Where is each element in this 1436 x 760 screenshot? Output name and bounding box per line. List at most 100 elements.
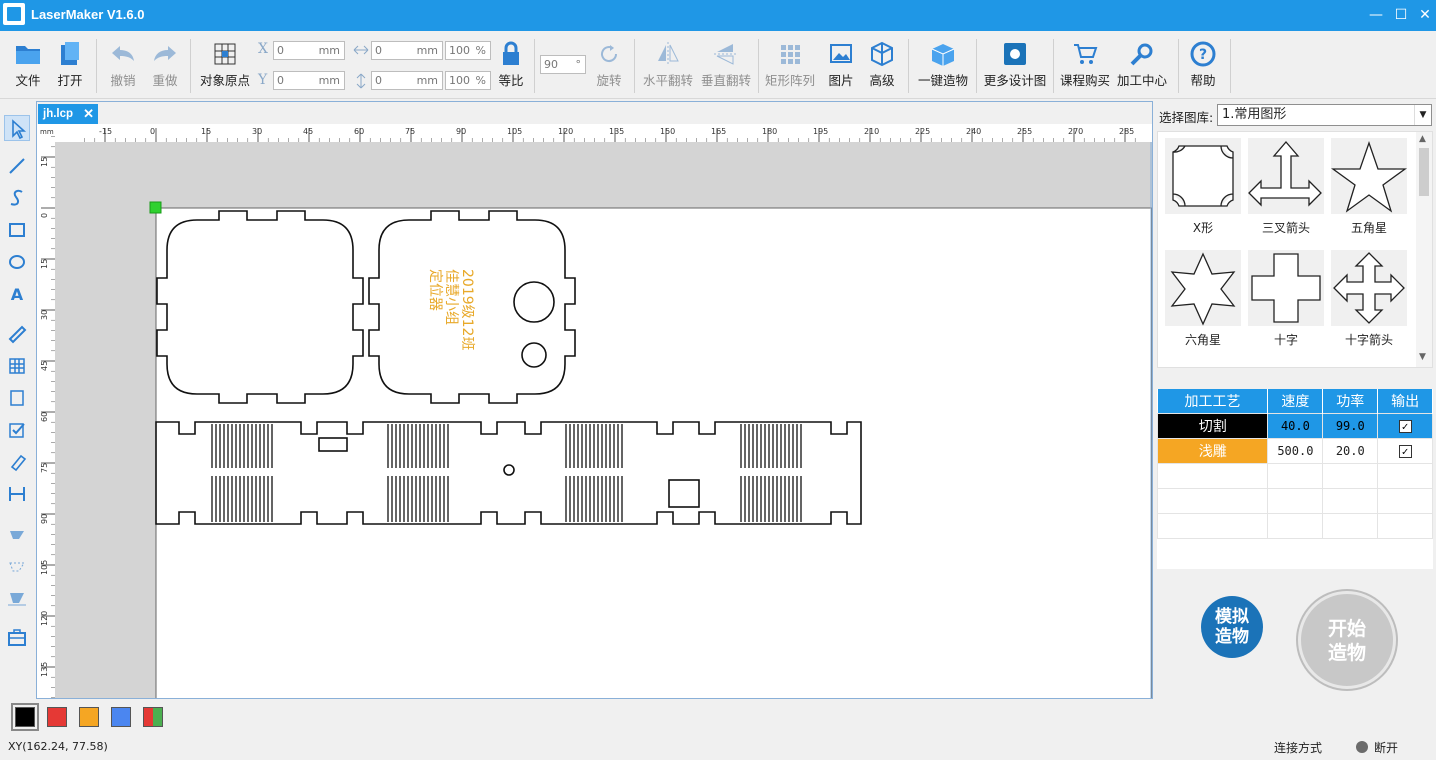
eraser-icon bbox=[10, 454, 27, 472]
advanced-button[interactable]: 高级 bbox=[864, 37, 900, 95]
buy-course-button[interactable]: 课程购买 bbox=[1058, 37, 1112, 95]
header-process: 加工工艺 bbox=[1157, 389, 1269, 413]
output-checkbox[interactable]: ✓ bbox=[1398, 444, 1412, 458]
ruler-tick-label: 30 bbox=[40, 310, 49, 320]
tab-close-icon[interactable]: ✕ bbox=[83, 104, 94, 124]
process-name[interactable]: 切割 bbox=[1156, 412, 1269, 439]
output-checkbox-cell[interactable]: ✓ bbox=[1377, 412, 1433, 439]
dimension-icon bbox=[9, 487, 25, 501]
eraser-tool[interactable] bbox=[4, 449, 30, 475]
output-checkbox[interactable]: ✓ bbox=[1398, 419, 1412, 433]
width-input[interactable]: 0 mm bbox=[371, 41, 443, 60]
shape-six-star[interactable]: 六角星 bbox=[1164, 250, 1242, 354]
shape-five-star[interactable]: 五角星 bbox=[1330, 138, 1408, 242]
library-select[interactable]: 1.常用图形 ▼ bbox=[1217, 104, 1432, 126]
width-percent-input[interactable]: 100% bbox=[445, 41, 491, 60]
close-button[interactable]: ✕ bbox=[1413, 4, 1436, 26]
rect-array-button[interactable]: 矩形阵列 bbox=[762, 37, 818, 95]
connection-status[interactable]: 断开 bbox=[1374, 739, 1398, 756]
undo-button[interactable]: 撤销 bbox=[104, 37, 142, 95]
rotate-angle-input[interactable]: 90 ° bbox=[540, 55, 586, 74]
more-designs-label: 更多设计图 bbox=[983, 73, 1047, 88]
shape-x[interactable]: X形 bbox=[1164, 138, 1242, 242]
node-edit-tool[interactable] bbox=[4, 385, 30, 411]
five-star-icon bbox=[1331, 141, 1407, 213]
color-orange[interactable] bbox=[79, 707, 99, 727]
origin-marker bbox=[149, 201, 162, 214]
process-name[interactable]: 浅雕 bbox=[1156, 437, 1269, 464]
color-black[interactable] bbox=[11, 703, 39, 731]
vertical-flip-button[interactable]: 垂直翻转 bbox=[698, 37, 754, 95]
color-blue[interactable] bbox=[111, 707, 131, 727]
fill-tool[interactable] bbox=[4, 521, 30, 547]
start-button[interactable]: 开始 造物 bbox=[1298, 591, 1396, 689]
table-tool[interactable] bbox=[4, 353, 30, 379]
main-toolbar: 文件 打开 撤销 重做 对象原点 X Y 0 mm 0 mm 0 mm 0 mm 100… bbox=[0, 31, 1436, 99]
dimension-tool[interactable] bbox=[4, 481, 30, 507]
one-click-make-button[interactable]: 一键造物 bbox=[914, 37, 972, 95]
more-designs-button[interactable]: 更多设计图 bbox=[980, 37, 1050, 95]
shape-cross-arrow[interactable]: 十字箭头 bbox=[1330, 250, 1408, 354]
power-value[interactable]: 20.0 bbox=[1322, 437, 1379, 464]
fill-alt-tool[interactable] bbox=[4, 585, 30, 611]
rotate-label: 旋转 bbox=[596, 73, 622, 88]
x-position-input[interactable]: 0 mm bbox=[273, 41, 345, 60]
vertical-flip-icon bbox=[714, 44, 738, 65]
open-button[interactable]: 打开 bbox=[52, 37, 88, 95]
curve-tool[interactable] bbox=[4, 185, 30, 211]
check-tool[interactable] bbox=[4, 417, 30, 443]
folder-icon bbox=[16, 46, 40, 64]
height-arrow-icon bbox=[356, 73, 366, 89]
y-position-input[interactable]: 0 mm bbox=[273, 71, 345, 90]
speed-value[interactable]: 500.0 bbox=[1267, 437, 1324, 464]
horizontal-flip-button[interactable]: 水平翻转 bbox=[642, 37, 694, 95]
y-label: Y bbox=[258, 72, 268, 88]
power-value[interactable]: 99.0 bbox=[1322, 412, 1379, 439]
vertical-flip-label: 垂直翻转 bbox=[700, 73, 751, 88]
file-button[interactable]: 文件 bbox=[8, 37, 48, 95]
design-canvas[interactable]: -15 0 15 30 45 60 75 90 105 120 135 150 165 180 195 210… bbox=[37, 124, 1153, 699]
image-button[interactable]: 图片 bbox=[824, 37, 858, 95]
table-row[interactable]: 切割 40.0 99.0 ✓ bbox=[1156, 412, 1433, 439]
simulate-button[interactable]: 模拟 造物 bbox=[1201, 596, 1263, 658]
shape-library-scrollbar[interactable]: ▲ ▼ bbox=[1416, 132, 1432, 367]
trident-arrow-icon bbox=[1248, 141, 1322, 207]
ruler-tick-label: 165 bbox=[711, 127, 726, 136]
rectangle-icon bbox=[9, 223, 25, 237]
select-tool[interactable] bbox=[4, 115, 30, 141]
ruler-tick-label: 45 bbox=[40, 361, 49, 371]
processing-center-button[interactable]: 加工中心 bbox=[1114, 37, 1170, 95]
document-tabs: jh.lcp ✕ bbox=[37, 102, 1152, 124]
shape-cross[interactable]: 十字 bbox=[1247, 250, 1325, 354]
rotate-button[interactable]: 旋转 bbox=[592, 37, 626, 95]
redo-button[interactable]: 重做 bbox=[146, 37, 184, 95]
table-row[interactable]: 浅雕 500.0 20.0 ✓ bbox=[1156, 437, 1433, 464]
help-button[interactable]: ? 帮助 bbox=[1184, 37, 1222, 95]
lock-ratio-button[interactable]: 等比 bbox=[494, 37, 528, 95]
color-multi[interactable] bbox=[143, 707, 163, 727]
tab-jh-lcp[interactable]: jh.lcp ✕ bbox=[38, 104, 98, 124]
document-area: jh.lcp ✕ -15 0 15 30 45 60 75 90 105 120 135 150 165 1… bbox=[36, 101, 1153, 699]
array-icon bbox=[781, 45, 800, 64]
output-checkbox-cell[interactable]: ✓ bbox=[1377, 437, 1433, 464]
height-input[interactable]: 0 mm bbox=[371, 71, 443, 90]
ruler-tick-label: 120 bbox=[558, 127, 573, 136]
height-percent-input[interactable]: 100% bbox=[445, 71, 491, 90]
shape-trident-arrow[interactable]: 三叉箭头 bbox=[1247, 138, 1325, 242]
object-origin-label: 对象原点 bbox=[199, 73, 250, 88]
rectangle-tool[interactable] bbox=[4, 217, 30, 243]
speed-value[interactable]: 40.0 bbox=[1267, 412, 1324, 439]
one-click-make-label: 一键造物 bbox=[917, 73, 968, 88]
maximize-button[interactable]: ☐ bbox=[1389, 4, 1413, 26]
ruler-tick-label: 0 bbox=[40, 213, 49, 218]
ruler-tick-label: 225 bbox=[915, 127, 930, 136]
object-origin-button[interactable]: 对象原点 bbox=[196, 37, 254, 95]
text-tool[interactable]: A bbox=[4, 281, 30, 307]
ellipse-tool[interactable] bbox=[4, 249, 30, 275]
color-red[interactable] bbox=[47, 707, 67, 727]
fill-dashed-tool[interactable] bbox=[4, 553, 30, 579]
toolbox-tool[interactable] bbox=[4, 625, 30, 651]
line-tool[interactable] bbox=[4, 153, 30, 179]
minimize-button[interactable]: — bbox=[1364, 4, 1388, 26]
measure-tool[interactable] bbox=[4, 321, 30, 347]
